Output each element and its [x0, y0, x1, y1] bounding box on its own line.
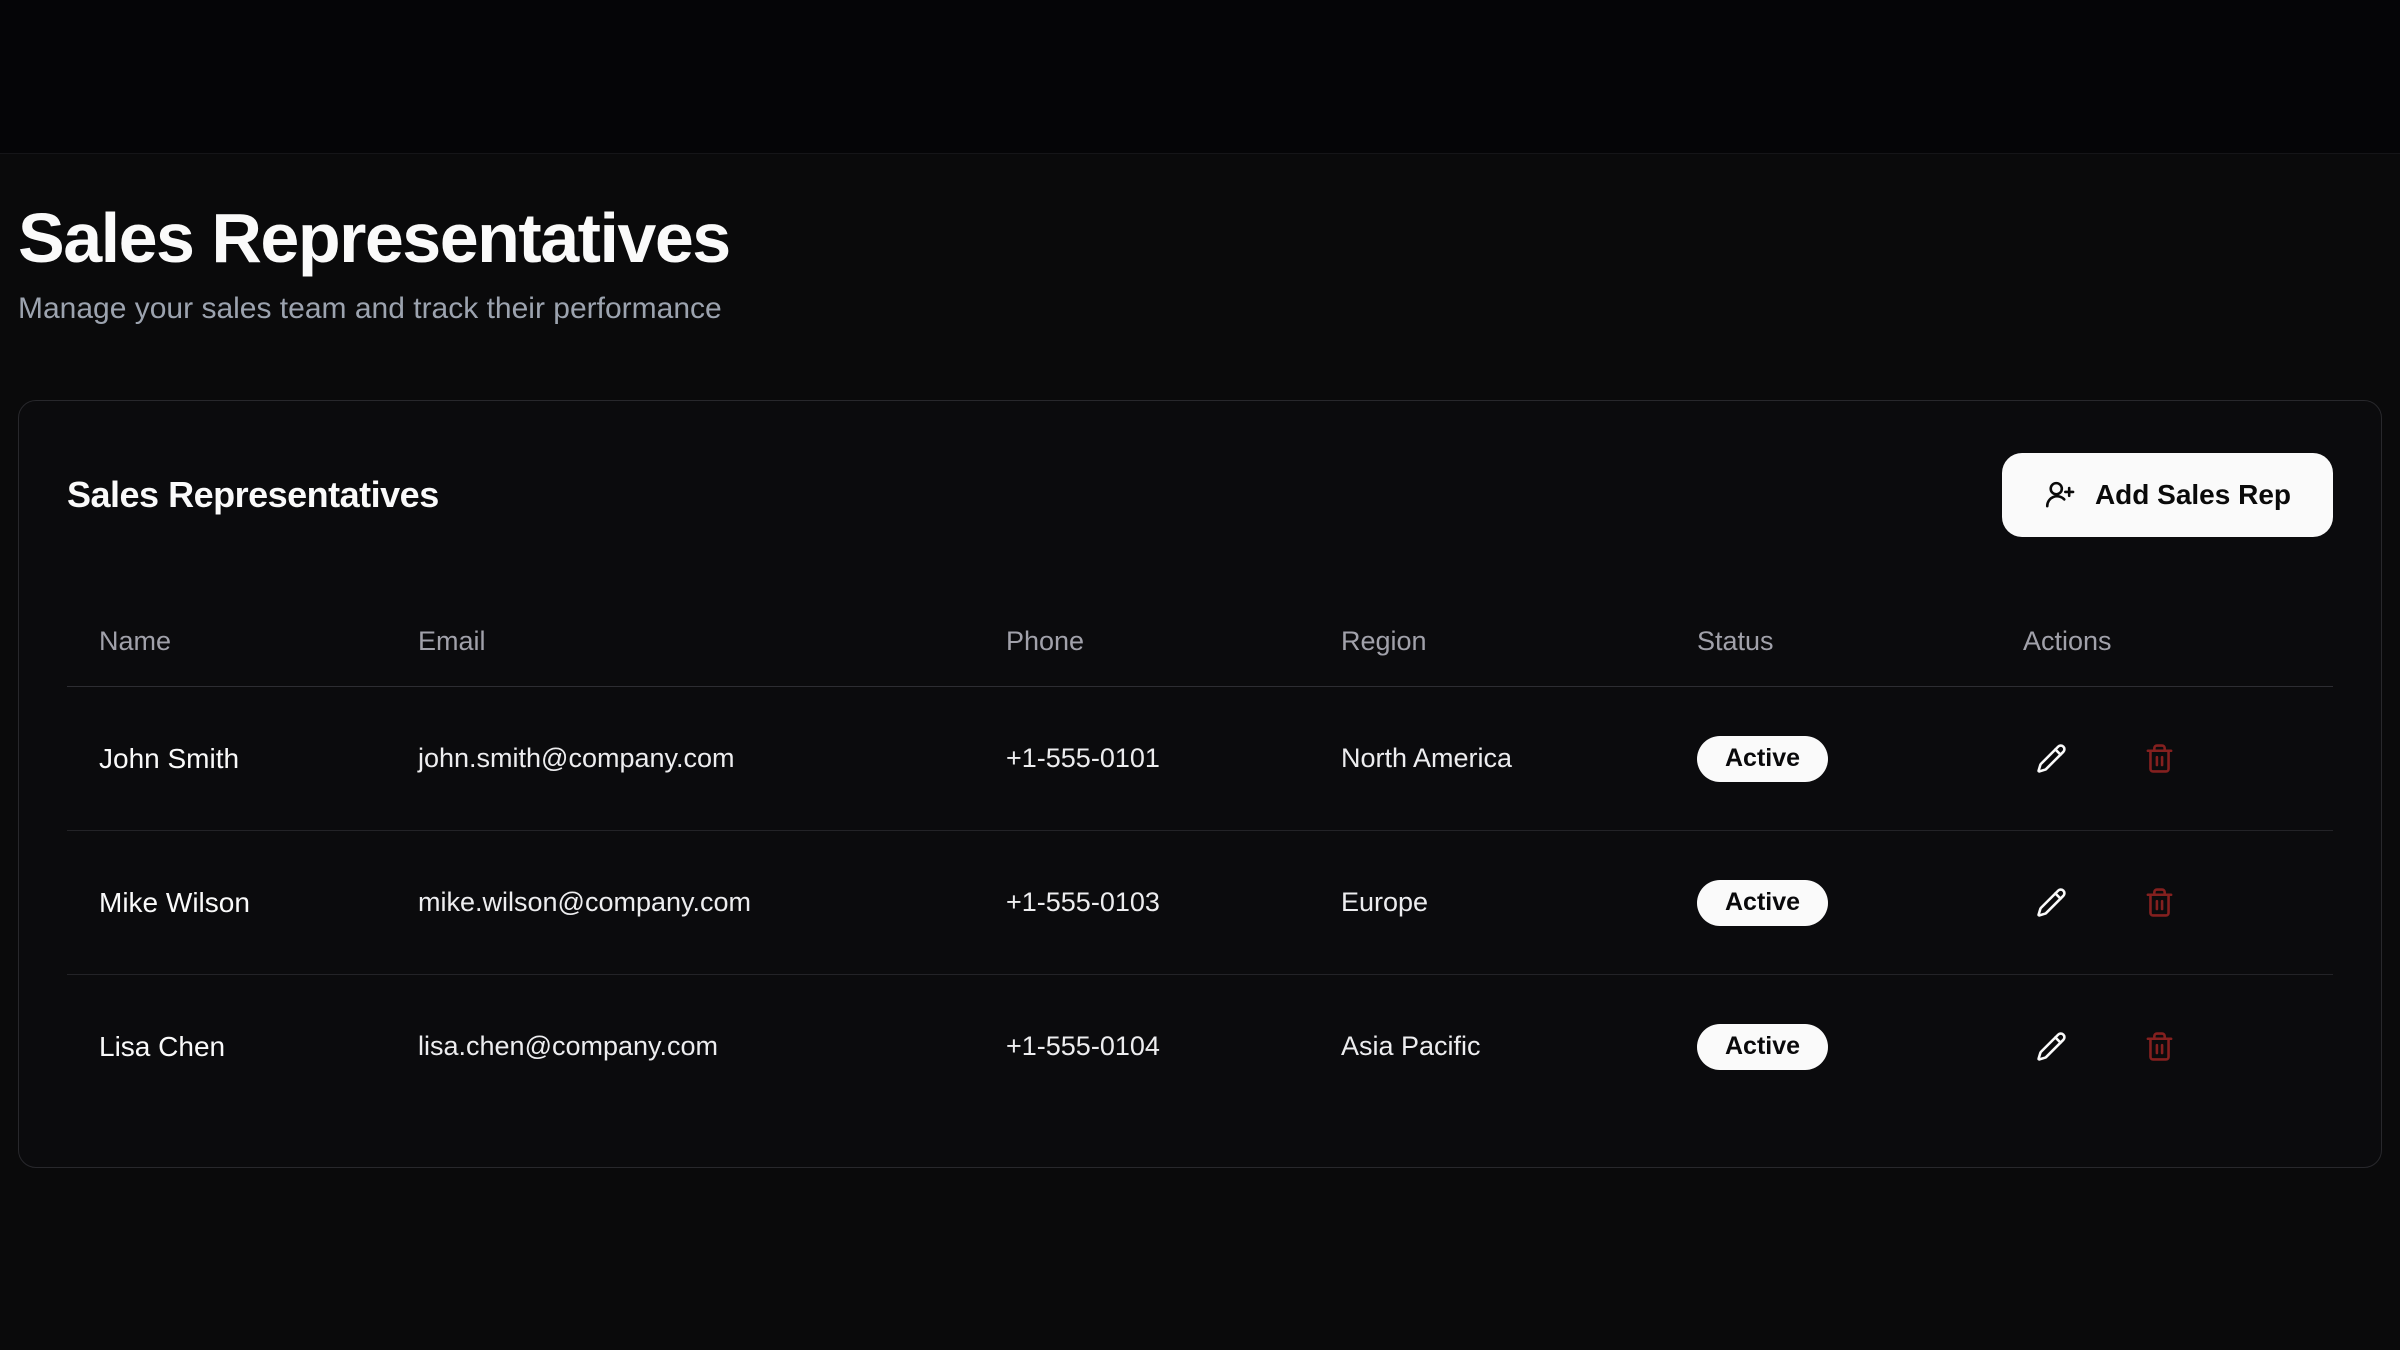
status-badge: Active: [1697, 880, 1828, 926]
top-nav-band: [0, 0, 2400, 154]
status-badge: Active: [1697, 736, 1828, 782]
table-header-row: Name Email Phone Region Status Actions: [67, 597, 2333, 687]
card-title: Sales Representatives: [67, 474, 439, 516]
rep-email: mike.wilson@company.com: [386, 831, 974, 975]
rep-name: John Smith: [67, 687, 386, 831]
rep-phone: +1-555-0103: [974, 831, 1309, 975]
delete-button[interactable]: [2131, 1019, 2187, 1075]
page-container: Sales Representatives Manage your sales …: [0, 154, 2400, 1168]
table-row: Mike Wilson mike.wilson@company.com +1-5…: [67, 831, 2333, 975]
edit-button[interactable]: [2023, 731, 2079, 787]
rep-region: Asia Pacific: [1309, 975, 1665, 1119]
pencil-icon: [2036, 1031, 2067, 1062]
page-subtitle: Manage your sales team and track their p…: [18, 292, 2382, 326]
column-header-email: Email: [386, 597, 974, 687]
add-sales-rep-button[interactable]: Add Sales Rep: [2002, 453, 2333, 537]
trash-icon: [2144, 887, 2175, 918]
rep-phone: +1-555-0104: [974, 975, 1309, 1119]
delete-button[interactable]: [2131, 875, 2187, 931]
column-header-status: Status: [1665, 597, 1991, 687]
rep-name: Lisa Chen: [67, 975, 386, 1119]
edit-button[interactable]: [2023, 875, 2079, 931]
pencil-icon: [2036, 743, 2067, 774]
user-plus-icon: [2044, 479, 2075, 510]
trash-icon: [2144, 1031, 2175, 1062]
column-header-region: Region: [1309, 597, 1665, 687]
delete-button[interactable]: [2131, 731, 2187, 787]
add-sales-rep-label: Add Sales Rep: [2095, 479, 2291, 511]
column-header-phone: Phone: [974, 597, 1309, 687]
pencil-icon: [2036, 887, 2067, 918]
table-row: John Smith john.smith@company.com +1-555…: [67, 687, 2333, 831]
rep-email: lisa.chen@company.com: [386, 975, 974, 1119]
rep-name: Mike Wilson: [67, 831, 386, 975]
rep-phone: +1-555-0101: [974, 687, 1309, 831]
status-badge: Active: [1697, 1024, 1828, 1070]
column-header-name: Name: [67, 597, 386, 687]
card-header: Sales Representatives Add Sales Rep: [67, 453, 2333, 537]
column-header-actions: Actions: [1991, 597, 2333, 687]
rep-email: john.smith@company.com: [386, 687, 974, 831]
sales-reps-table: Name Email Phone Region Status Actions J…: [67, 597, 2333, 1119]
page-title: Sales Representatives: [18, 202, 2382, 276]
trash-icon: [2144, 743, 2175, 774]
table-row: Lisa Chen lisa.chen@company.com +1-555-0…: [67, 975, 2333, 1119]
edit-button[interactable]: [2023, 1019, 2079, 1075]
sales-reps-card: Sales Representatives Add Sales Rep: [18, 400, 2382, 1168]
rep-region: North America: [1309, 687, 1665, 831]
rep-region: Europe: [1309, 831, 1665, 975]
